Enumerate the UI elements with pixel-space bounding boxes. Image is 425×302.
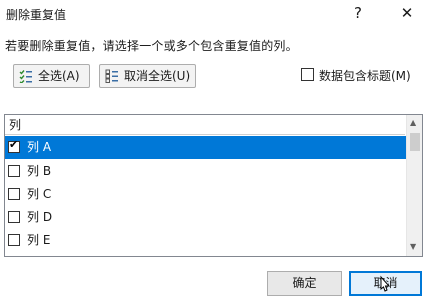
list-item[interactable]: 列 D — [5, 206, 406, 229]
select-all-label: 全选(A) — [38, 69, 80, 83]
list-item-label: 列 A — [27, 140, 52, 154]
dialog-title: 删除重复值 — [6, 8, 67, 22]
column-checkbox[interactable] — [8, 234, 20, 246]
list-item[interactable]: 列 C — [5, 183, 406, 206]
list-item-label: 列 D — [27, 210, 53, 224]
help-button[interactable]: ? — [346, 2, 370, 24]
scroll-thumb[interactable] — [410, 133, 420, 151]
scroll-down-arrow-icon[interactable]: ▼ — [410, 242, 416, 251]
ok-button[interactable]: 确定 — [267, 271, 342, 296]
header-row-checkbox-label[interactable]: 数据包含标题(M) — [319, 67, 411, 84]
header-row-checkbox[interactable] — [301, 68, 314, 81]
column-checkbox[interactable] — [8, 188, 20, 200]
list-item-label: 列 B — [27, 164, 52, 178]
instruction-text: 若要删除重复值，请选择一个或多个包含重复值的列。 — [5, 39, 298, 53]
title-bar: 删除重复值 ? ✕ — [0, 0, 425, 28]
unselect-all-label: 取消全选(U) — [124, 69, 191, 83]
unselect-all-button[interactable]: 取消全选(U) — [99, 64, 196, 88]
remove-duplicates-dialog: 删除重复值 ? ✕ 若要删除重复值，请选择一个或多个包含重复值的列。 全选(A)… — [0, 0, 425, 302]
unselect-all-icon — [105, 69, 118, 83]
columns-listbox[interactable]: 列 ✔ 列 A 列 B 列 C 列 D 列 E ▲ ▼ — [4, 114, 423, 257]
column-checkbox[interactable]: ✔ — [8, 138, 20, 153]
close-button[interactable]: ✕ — [395, 1, 419, 25]
list-item-label: 列 C — [27, 187, 52, 201]
list-scrollbar[interactable]: ▲ ▼ — [406, 115, 422, 256]
column-checkbox[interactable] — [8, 211, 20, 223]
select-all-icon — [19, 70, 32, 83]
list-item-label: 列 E — [27, 233, 51, 247]
select-all-button[interactable]: 全选(A) — [13, 64, 90, 88]
list-header: 列 — [5, 115, 405, 135]
mouse-cursor-icon — [380, 275, 391, 292]
checkmark-icon: ✔ — [9, 138, 19, 151]
column-checkbox[interactable] — [8, 165, 20, 177]
scroll-up-arrow-icon[interactable]: ▲ — [410, 118, 416, 127]
list-item[interactable]: 列 B — [5, 160, 406, 183]
list-item[interactable]: 列 E — [5, 229, 406, 252]
list-item[interactable]: ✔ 列 A — [5, 136, 406, 159]
